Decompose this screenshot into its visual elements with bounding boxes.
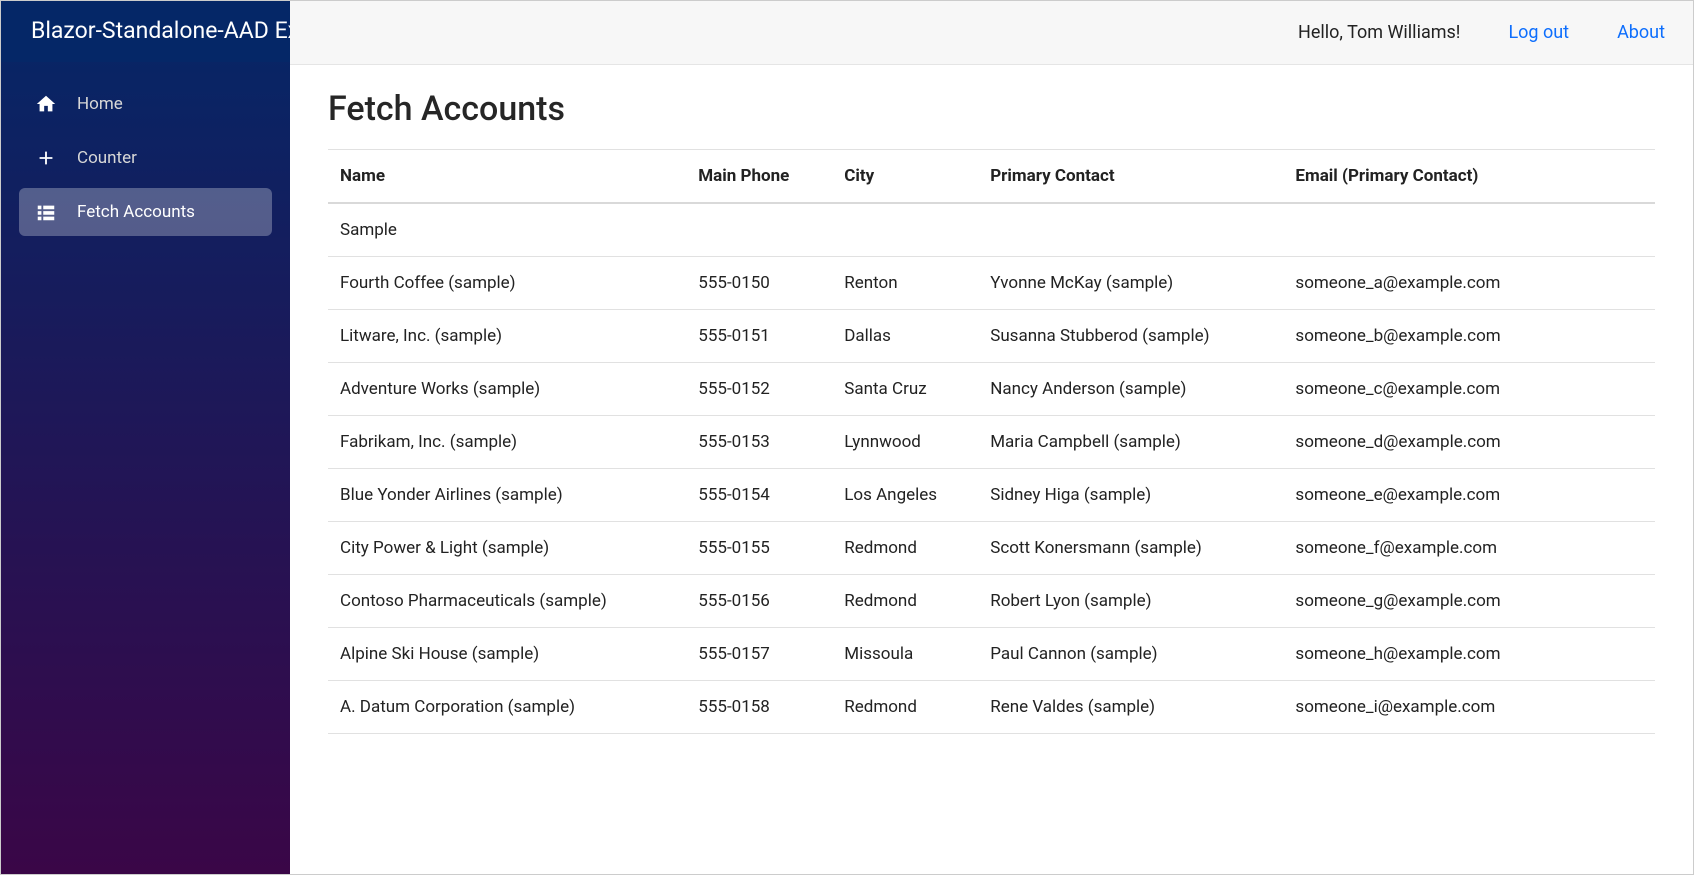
cell-contact: Paul Cannon (sample) [978,628,1283,681]
cell-contact: Robert Lyon (sample) [978,575,1283,628]
cell-name: Fabrikam, Inc. (sample) [328,416,686,469]
table-row: Fabrikam, Inc. (sample)555-0153LynnwoodM… [328,416,1655,469]
logout-link[interactable]: Log out [1508,22,1569,43]
table-row: Alpine Ski House (sample)555-0157Missoul… [328,628,1655,681]
table-row: City Power & Light (sample)555-0155Redmo… [328,522,1655,575]
col-name: Name [328,150,686,204]
cell-city: Redmond [832,522,978,575]
table-row: A. Datum Corporation (sample)555-0158Red… [328,681,1655,734]
topbar: Hello, Tom Williams! Log out About [290,1,1693,65]
content: Fetch Accounts Name Main Phone City Prim… [290,65,1693,758]
cell-name: City Power & Light (sample) [328,522,686,575]
cell-phone [686,203,832,257]
cell-name: Sample [328,203,686,257]
col-email: Email (Primary Contact) [1283,150,1655,204]
cell-city: Los Angeles [832,469,978,522]
sidebar: Blazor-Standalone-AAD Exan Home Counter … [1,1,290,874]
cell-phone: 555-0151 [686,310,832,363]
cell-email: someone_f@example.com [1283,522,1655,575]
cell-city: Lynnwood [832,416,978,469]
cell-phone: 555-0153 [686,416,832,469]
cell-contact: Scott Konersmann (sample) [978,522,1283,575]
table-row: Adventure Works (sample)555-0152Santa Cr… [328,363,1655,416]
table-row: Blue Yonder Airlines (sample)555-0154Los… [328,469,1655,522]
table-row: Litware, Inc. (sample)555-0151DallasSusa… [328,310,1655,363]
cell-city: Renton [832,257,978,310]
cell-phone: 555-0156 [686,575,832,628]
main: Hello, Tom Williams! Log out About Fetch… [290,1,1693,874]
nav-item-counter[interactable]: Counter [19,134,272,182]
about-link[interactable]: About [1617,22,1665,43]
cell-city: Dallas [832,310,978,363]
cell-phone: 555-0154 [686,469,832,522]
cell-email: someone_h@example.com [1283,628,1655,681]
cell-phone: 555-0158 [686,681,832,734]
cell-contact: Yvonne McKay (sample) [978,257,1283,310]
cell-name: Contoso Pharmaceuticals (sample) [328,575,686,628]
table-row: Contoso Pharmaceuticals (sample)555-0156… [328,575,1655,628]
accounts-table: Name Main Phone City Primary Contact Ema… [328,149,1655,734]
page-title: Fetch Accounts [328,89,1655,129]
cell-contact: Maria Campbell (sample) [978,416,1283,469]
table-row: Sample [328,203,1655,257]
cell-contact [978,203,1283,257]
nav: Home Counter Fetch Accounts [1,62,290,254]
cell-name: Litware, Inc. (sample) [328,310,686,363]
list-icon [35,201,57,223]
cell-email [1283,203,1655,257]
table-header-row: Name Main Phone City Primary Contact Ema… [328,150,1655,204]
plus-icon [35,147,57,169]
nav-item-home[interactable]: Home [19,80,272,128]
cell-city [832,203,978,257]
cell-phone: 555-0155 [686,522,832,575]
cell-email: someone_i@example.com [1283,681,1655,734]
cell-email: someone_g@example.com [1283,575,1655,628]
cell-city: Redmond [832,681,978,734]
cell-contact: Sidney Higa (sample) [978,469,1283,522]
greeting-text: Hello, Tom Williams! [1298,22,1460,43]
cell-name: Alpine Ski House (sample) [328,628,686,681]
cell-phone: 555-0152 [686,363,832,416]
app-title: Blazor-Standalone-AAD Exan [1,1,290,62]
nav-item-label: Home [77,94,123,114]
home-icon [35,93,57,115]
nav-item-label: Counter [77,148,137,168]
cell-email: someone_b@example.com [1283,310,1655,363]
cell-name: Blue Yonder Airlines (sample) [328,469,686,522]
table-row: Fourth Coffee (sample)555-0150RentonYvon… [328,257,1655,310]
cell-phone: 555-0157 [686,628,832,681]
col-phone: Main Phone [686,150,832,204]
cell-contact: Susanna Stubberod (sample) [978,310,1283,363]
col-city: City [832,150,978,204]
cell-email: someone_d@example.com [1283,416,1655,469]
cell-phone: 555-0150 [686,257,832,310]
cell-contact: Nancy Anderson (sample) [978,363,1283,416]
cell-email: someone_e@example.com [1283,469,1655,522]
nav-item-label: Fetch Accounts [77,202,195,222]
cell-email: someone_a@example.com [1283,257,1655,310]
cell-contact: Rene Valdes (sample) [978,681,1283,734]
cell-name: Adventure Works (sample) [328,363,686,416]
cell-city: Missoula [832,628,978,681]
cell-name: A. Datum Corporation (sample) [328,681,686,734]
cell-name: Fourth Coffee (sample) [328,257,686,310]
col-contact: Primary Contact [978,150,1283,204]
cell-city: Santa Cruz [832,363,978,416]
cell-city: Redmond [832,575,978,628]
cell-email: someone_c@example.com [1283,363,1655,416]
nav-item-fetch-accounts[interactable]: Fetch Accounts [19,188,272,236]
